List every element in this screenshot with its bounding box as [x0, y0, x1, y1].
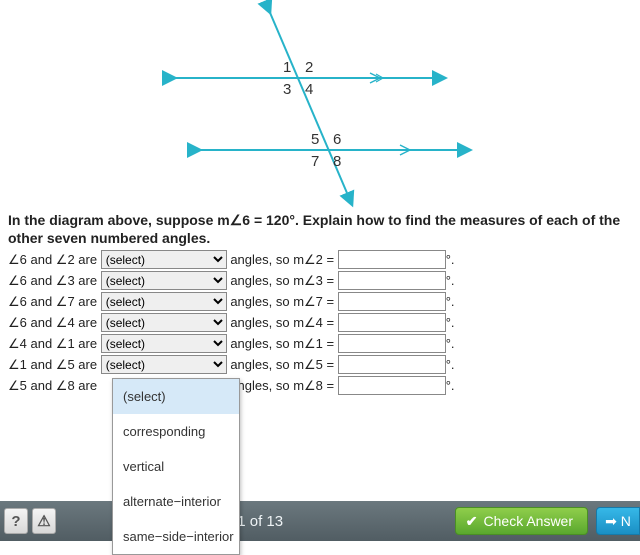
relation-select-1[interactable]: (select) — [101, 334, 227, 353]
angle-label-3: 3 — [283, 81, 291, 98]
dropdown-option-alternate-interior[interactable]: alternate−interior — [113, 484, 239, 519]
degree-suffix: °. — [446, 294, 455, 309]
degree-suffix: °. — [446, 336, 455, 351]
measure-input-3[interactable] — [338, 271, 446, 290]
angle-label-8: 8 — [333, 153, 341, 170]
pair-label: ∠6 and ∠4 are — [8, 315, 101, 331]
mid-label: angles, so m∠1 = — [227, 336, 338, 352]
dropdown-option-select[interactable]: (select) — [113, 379, 239, 414]
mid-label: angles, so m∠3 = — [227, 273, 338, 289]
footer-bar: ? ⚠ 11 of 13 ✔ Check Answer ➡ N — [0, 501, 640, 541]
row-angle-1: ∠4 and ∠1 are (select) angles, so m∠1 = … — [8, 333, 632, 354]
degree-suffix: °. — [446, 315, 455, 330]
degree-suffix: °. — [446, 273, 455, 288]
angle-label-2: 2 — [305, 59, 313, 76]
mid-label: angles, so m∠8 = — [227, 378, 338, 394]
warn-button[interactable]: ⚠ — [32, 508, 56, 534]
measure-input-1[interactable] — [338, 334, 446, 353]
answer-rows: ∠6 and ∠2 are (select) angles, so m∠2 = … — [0, 247, 640, 396]
measure-input-7[interactable] — [338, 292, 446, 311]
check-answer-button[interactable]: ✔ Check Answer — [455, 507, 588, 535]
measure-input-5[interactable] — [338, 355, 446, 374]
pair-label: ∠6 and ∠7 are — [8, 294, 101, 310]
check-icon: ✔ — [466, 513, 478, 530]
transversal-diagram: 1 2 3 4 5 6 7 8 — [0, 0, 640, 210]
degree-suffix: °. — [446, 357, 455, 372]
mid-label: angles, so m∠4 = — [227, 315, 338, 331]
row-angle-5: ∠1 and ∠5 are (select) angles, so m∠5 = … — [8, 354, 632, 375]
degree-suffix: °. — [446, 252, 455, 267]
angle-label-6: 6 — [333, 131, 341, 148]
help-button[interactable]: ? — [4, 508, 28, 534]
measure-input-8[interactable] — [338, 376, 446, 395]
row-angle-7: ∠6 and ∠7 are (select) angles, so m∠7 = … — [8, 291, 632, 312]
relation-dropdown-open[interactable]: (select) corresponding vertical alternat… — [112, 378, 240, 555]
mid-label: angles, so m∠5 = — [227, 357, 338, 373]
pair-label: ∠5 and ∠8 are — [8, 378, 101, 394]
dropdown-option-same-side-interior[interactable]: same−side−interior — [113, 519, 239, 554]
row-angle-3: ∠6 and ∠3 are (select) angles, so m∠3 = … — [8, 270, 632, 291]
measure-input-2[interactable] — [338, 250, 446, 269]
measure-input-4[interactable] — [338, 313, 446, 332]
angle-label-5: 5 — [311, 131, 319, 148]
relation-select-2[interactable]: (select) — [101, 250, 227, 269]
mid-label: angles, so m∠7 = — [227, 294, 338, 310]
angle-label-7: 7 — [311, 153, 319, 170]
mid-label: angles, so m∠2 = — [227, 252, 338, 268]
dropdown-option-vertical[interactable]: vertical — [113, 449, 239, 484]
angle-label-1: 1 — [283, 59, 291, 76]
warn-icon: ⚠ — [37, 512, 50, 530]
relation-select-4[interactable]: (select) — [101, 313, 227, 332]
row-angle-4: ∠6 and ∠4 are (select) angles, so m∠4 = … — [8, 312, 632, 333]
next-button[interactable]: ➡ N — [596, 507, 640, 535]
row-angle-8: ∠5 and ∠8 are angles, so m∠8 = °. — [8, 375, 632, 396]
pair-label: ∠1 and ∠5 are — [8, 357, 101, 373]
relation-select-7[interactable]: (select) — [101, 292, 227, 311]
arrow-right-icon: ➡ — [605, 513, 617, 530]
instructions-text: In the diagram above, suppose m∠6 = 120°… — [0, 212, 640, 247]
pair-label: ∠6 and ∠2 are — [8, 252, 101, 268]
row-angle-2: ∠6 and ∠2 are (select) angles, so m∠2 = … — [8, 249, 632, 270]
check-label: Check Answer — [484, 513, 573, 529]
relation-select-5[interactable]: (select) — [101, 355, 227, 374]
next-label: N — [621, 513, 631, 529]
degree-suffix: °. — [446, 378, 455, 393]
pair-label: ∠4 and ∠1 are — [8, 336, 101, 352]
pair-label: ∠6 and ∠3 are — [8, 273, 101, 289]
dropdown-option-corresponding[interactable]: corresponding — [113, 414, 239, 449]
relation-select-3[interactable]: (select) — [101, 271, 227, 290]
angle-label-4: 4 — [305, 81, 313, 98]
